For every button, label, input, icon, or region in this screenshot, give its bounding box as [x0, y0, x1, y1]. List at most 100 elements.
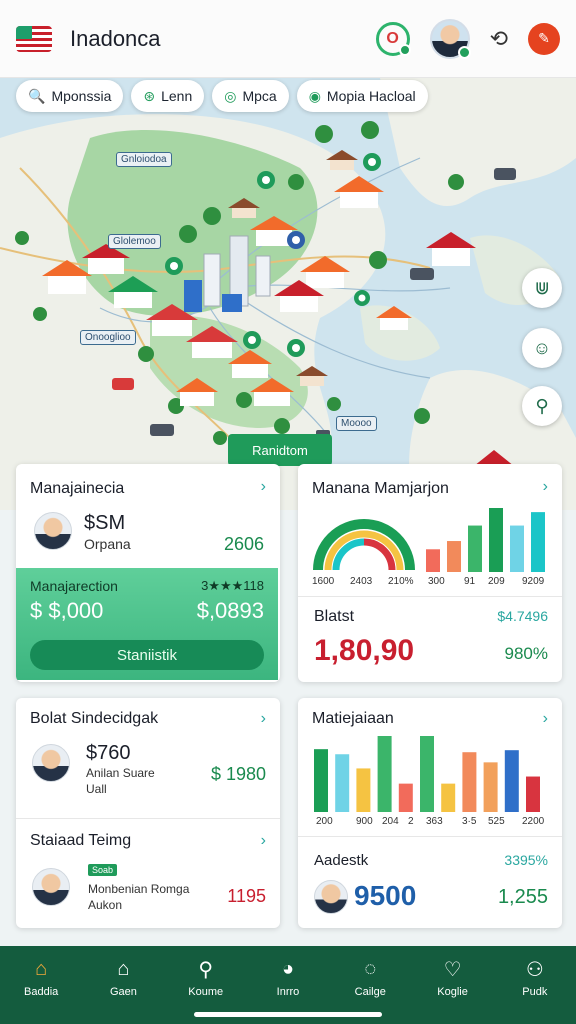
nav-favorites[interactable]: ♡ Koglie: [411, 946, 493, 1024]
divider: [298, 836, 562, 837]
chart-bar: [314, 749, 328, 812]
notifications-icon[interactable]: ✎: [528, 22, 560, 55]
chart-bar: [356, 768, 371, 812]
subtitle: Orpana: [84, 536, 131, 552]
chevron-right-icon[interactable]: ›: [261, 478, 266, 496]
chart-bar: [468, 525, 482, 572]
app-title: Inadonca: [70, 25, 161, 51]
card-title: Matiejaiaan: [312, 710, 394, 727]
axis-label: 200: [316, 816, 333, 827]
panel-meta: 3★★★118: [201, 578, 264, 593]
nav-profile[interactable]: ⚇ Pudk: [494, 946, 576, 1024]
status-badge: Soab: [88, 864, 118, 876]
profile-avatar[interactable]: [429, 18, 471, 59]
subtitle: Uall: [86, 782, 107, 796]
divider: [16, 818, 280, 819]
route-icon: ⊛: [143, 87, 156, 104]
locate-button[interactable]: ☺: [522, 328, 562, 368]
chart-bar: [335, 754, 350, 812]
map-place-label[interactable]: Glolemoo: [108, 234, 161, 249]
map-view[interactable]: Gnloiodoa Glolemoo Onooglioo Moooo ⋓ ☺ ⚲…: [0, 78, 576, 510]
search-icon: 🔍: [28, 87, 46, 104]
nav-gaen[interactable]: ⌂ Gaen: [82, 946, 164, 1024]
search-icon: ⚲: [198, 958, 214, 981]
card-title: Staiaad Teimg: [30, 832, 132, 849]
filter-chips: 🔍 Mponssia ⊛ Lenn ◎ Mpca ◉ Mopia Hacloal: [16, 80, 428, 112]
footer-title: Aadestk: [314, 852, 369, 869]
chevron-right-icon[interactable]: ›: [261, 710, 266, 728]
avatar: [32, 744, 70, 782]
donut-label: 2403: [350, 576, 373, 587]
map-search-button[interactable]: ⚲: [522, 386, 562, 426]
map-place-label[interactable]: Moooo: [336, 416, 377, 431]
chip-search[interactable]: 🔍 Mponssia: [16, 80, 124, 112]
chart-bar: [510, 525, 524, 572]
chart-bar: [441, 783, 456, 812]
left-lower-panel: Bolat Sindecidgak › $760 Anilan Suare Ua…: [16, 698, 280, 928]
chevron-right-icon[interactable]: ›: [543, 710, 548, 728]
map-place-label[interactable]: Onooglioo: [80, 330, 136, 345]
bar-label: 209: [488, 576, 505, 587]
value: $ 1980: [210, 764, 266, 784]
chart-bar: [398, 783, 413, 812]
axis-label: 204: [382, 816, 399, 827]
chart-bar: [447, 541, 461, 572]
card-title: Bolat Sindecidgak: [30, 710, 159, 727]
bar-label: 300: [428, 576, 445, 587]
axis-label: 900: [356, 816, 373, 827]
statistics-button[interactable]: Staniistik: [30, 640, 264, 670]
chart-bar: [420, 736, 434, 812]
map-icon: ◎: [224, 87, 237, 104]
big-value: 1,80,90: [314, 634, 415, 667]
panel-left-value: $ $,000: [30, 598, 104, 623]
manana-card[interactable]: Manana Mamjarjon › 1600 2403 210% 300 91…: [298, 464, 562, 682]
avatar: [34, 512, 72, 550]
matiejaiaan-card[interactable]: Matiejaiaan › 200 900 204 2 363 3·5 525 …: [298, 698, 562, 928]
home-indicator[interactable]: [194, 1012, 382, 1017]
layers-button[interactable]: ⋓: [522, 268, 562, 308]
bar-label: 9209: [522, 576, 545, 587]
header-actions: O ⟲ ✎: [375, 18, 560, 59]
panel-title: Manajarection: [30, 578, 118, 594]
subtitle: Aukon: [88, 898, 123, 912]
donut-label: 1600: [312, 576, 335, 587]
chart-bar: [526, 776, 540, 812]
bar-label: 91: [464, 576, 476, 587]
chip-location[interactable]: ◉ Mopia Hacloal: [296, 80, 428, 112]
sync-icon[interactable]: ⟲: [490, 26, 508, 52]
chart-bar: [504, 750, 519, 812]
summary-panel: Manajarection 3★★★118 $ $,000 $,0893 Sta…: [16, 568, 278, 680]
divider: [298, 596, 562, 597]
layers-icon: ⋓: [534, 277, 550, 298]
person-icon: ⚇: [525, 958, 544, 981]
map-place-label[interactable]: Gnloiodoa: [116, 152, 172, 167]
axis-label: 525: [488, 816, 505, 827]
chevron-right-icon[interactable]: ›: [543, 478, 548, 496]
locate-icon: ☺: [532, 337, 552, 358]
donut-label: 210%: [388, 576, 414, 587]
chart-bar: [462, 752, 477, 812]
search-icon: ⚲: [535, 395, 549, 416]
heart-icon: ♡: [443, 958, 462, 981]
bar-chart: [314, 736, 540, 812]
manajainecia-card[interactable]: Manajainecia › $SM Orpana 2606 Manajarec…: [16, 464, 280, 682]
house-icon: ⌂: [117, 957, 130, 980]
nav-home[interactable]: ⌂ Baddia: [0, 946, 82, 1024]
status-ring-icon[interactable]: O: [375, 21, 411, 56]
amount: $760: [86, 742, 131, 764]
stat-meta: $4.7496: [497, 608, 548, 624]
chart-bar: [483, 762, 498, 812]
chart-bar: [489, 508, 503, 572]
axis-label: 2200: [522, 816, 545, 827]
right-value: 1,255: [497, 886, 548, 908]
chat-icon: ◌: [364, 957, 377, 980]
chevron-right-icon[interactable]: ›: [261, 832, 266, 850]
chip-lenn[interactable]: ⊛ Lenn: [131, 80, 205, 112]
flag-icon: [16, 25, 52, 52]
avatar: [32, 868, 70, 906]
chart-bar: [426, 549, 440, 572]
axis-label: 363: [426, 816, 443, 827]
map-banner[interactable]: Ranidtom: [228, 434, 332, 466]
app-header: Inadonca O ⟲ ✎: [0, 0, 576, 78]
chip-map[interactable]: ◎ Mpca: [212, 80, 289, 112]
